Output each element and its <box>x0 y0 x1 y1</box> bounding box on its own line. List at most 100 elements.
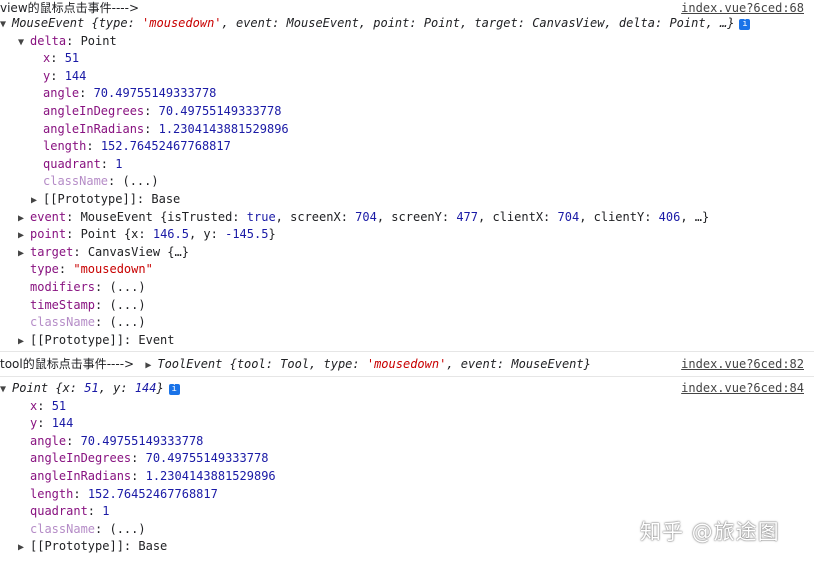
delta-prop-x: x: 51 <box>43 51 80 66</box>
info-icon[interactable]: i <box>739 19 751 30</box>
property-event[interactable]: ▶ event: MouseEvent {isTrusted: true, scr… <box>18 209 814 227</box>
property-value: Event <box>138 332 175 347</box>
property-getter-value[interactable]: (...) <box>109 315 145 329</box>
property-modifiers[interactable]: modifiers: (...) <box>30 279 814 297</box>
expanded-triangle-icon[interactable]: ▼ <box>0 381 12 399</box>
property-key: angleInDegrees <box>30 451 132 466</box>
property-value: 51 <box>64 51 80 66</box>
summary-type: 'mousedown' <box>366 356 447 371</box>
property-type: Point <box>80 227 117 242</box>
property-getter-value[interactable]: (...) <box>109 522 145 536</box>
preview-text: } <box>268 227 276 242</box>
property-key: type <box>30 262 59 277</box>
preview-value: 406 <box>658 209 681 224</box>
summary-text: } <box>156 381 164 395</box>
property-type: type: "mousedown" <box>30 262 153 277</box>
console-message-text: tool的鼠标点击事件----> <box>0 356 135 371</box>
delta-prototype[interactable]: ▶ [[Prototype]]: Base <box>31 191 814 209</box>
property-value: Base <box>138 539 168 554</box>
property-classname[interactable]: className: (...) <box>30 314 814 332</box>
watermark: 知乎 @旅途图 <box>640 520 780 544</box>
property-value: 1.2304143881529896 <box>158 121 289 136</box>
property-key: angleInRadians <box>43 121 145 136</box>
expanded-triangle-icon[interactable]: ▼ <box>18 34 30 52</box>
object-summary-mouseevent[interactable]: ▼ MouseEvent {type: 'mousedown', event: M… <box>0 15 814 33</box>
property-type: Point <box>80 33 117 48</box>
property-key: modifiers <box>30 279 96 294</box>
property-key: className <box>30 315 96 330</box>
console-message-text: view的鼠标点击事件----> <box>0 1 140 15</box>
property-timestamp[interactable]: timeStamp: (...) <box>30 297 814 315</box>
preview-text: {isTrusted: <box>160 209 247 224</box>
source-link[interactable]: index.vue?6ced:84 <box>681 380 804 398</box>
summary-value: 144 <box>134 381 157 395</box>
property-key: className <box>30 521 96 536</box>
expanded-triangle-icon[interactable]: ▼ <box>0 16 12 34</box>
property-key: target <box>30 244 74 259</box>
delta-prop-angle-in-radians: angleInRadians: 1.2304143881529896 <box>43 121 289 136</box>
property-key: y <box>43 68 51 83</box>
property-value: 144 <box>64 68 87 83</box>
preview-value: -145.5 <box>225 227 269 242</box>
collapsed-triangle-icon[interactable]: ▶ <box>18 210 30 228</box>
collapsed-triangle-icon[interactable]: ▶ <box>18 227 30 245</box>
property-key: point <box>30 227 67 242</box>
object-summary-toolevent[interactable]: ▶ ToolEvent {tool: Tool, type: 'mousedown… <box>141 357 591 371</box>
property-value: Base <box>151 191 181 206</box>
property-value: 1.2304143881529896 <box>145 469 276 483</box>
collapsed-triangle-icon[interactable]: ▶ <box>145 357 157 375</box>
property-target[interactable]: ▶ target: CanvasView {…} <box>18 244 814 262</box>
property-getter-value[interactable]: (...) <box>109 280 145 294</box>
summary-text: , y: <box>98 381 135 395</box>
property-key: angle <box>30 433 67 448</box>
property-getter-value[interactable]: (...) <box>109 298 145 312</box>
property-key: event <box>30 209 67 224</box>
property-key: quadrant <box>43 156 101 171</box>
object-summary-point[interactable]: index.vue?6ced:84 ▼ Point {x: 51, y: 144}… <box>0 380 814 398</box>
collapsed-triangle-icon[interactable]: ▶ <box>18 245 30 263</box>
message-divider <box>0 376 814 377</box>
point-prop-y: y: 144 <box>30 416 74 431</box>
property-getter-value[interactable]: (...) <box>122 174 158 188</box>
property-key: [[Prototype]] <box>43 191 137 206</box>
event-prototype[interactable]: ▶ [[Prototype]]: Event <box>18 332 814 350</box>
property-value: 152.76452467768817 <box>87 486 218 501</box>
preview-text: , clientX: <box>478 209 558 224</box>
summary-rest: , event: MouseEvent} <box>446 356 591 371</box>
point-prop-x: x: 51 <box>30 398 67 413</box>
delta-prop-angle: angle: 70.49755149333778 <box>43 86 217 101</box>
collapsed-triangle-icon[interactable]: ▶ <box>18 333 30 351</box>
message-divider <box>0 351 814 352</box>
property-value: 70.49755149333778 <box>145 451 269 466</box>
property-key: length <box>30 486 74 501</box>
preview-value: 704 <box>557 209 580 224</box>
property-key: [[Prototype]] <box>30 539 124 554</box>
info-icon[interactable]: i <box>168 384 180 395</box>
point-prop-angle: angle: 70.49755149333778 <box>30 433 204 448</box>
property-key: angle <box>43 86 80 101</box>
property-key: y <box>30 416 38 431</box>
delta-prop-angle-in-degrees: angleInDegrees: 70.49755149333778 <box>43 103 282 118</box>
preview-value: 146.5 <box>152 227 189 242</box>
property-value: 51 <box>51 398 67 413</box>
property-point[interactable]: ▶ point: Point {x: 146.5, y: -145.5} <box>18 226 814 244</box>
preview-text: , screenY: <box>376 209 457 224</box>
summary-prefix: MouseEvent {type: <box>12 16 143 30</box>
property-type: MouseEvent <box>80 209 153 224</box>
summary-value: 51 <box>84 381 99 395</box>
property-key: delta <box>30 33 67 48</box>
property-value: 70.49755149333778 <box>158 103 282 118</box>
property-key: quadrant <box>30 504 88 519</box>
property-value: 1 <box>115 156 123 171</box>
source-link[interactable]: index.vue?6ced:82 <box>681 356 804 374</box>
summary-rest: , event: MouseEvent, point: Point, targe… <box>221 16 735 30</box>
delta-prop-classname[interactable]: className: (...) <box>43 173 814 191</box>
property-value: "mousedown" <box>73 262 153 277</box>
delta-prop-quadrant: quadrant: 1 <box>43 156 123 171</box>
collapsed-triangle-icon[interactable]: ▶ <box>18 539 30 557</box>
collapsed-triangle-icon[interactable]: ▶ <box>31 192 43 210</box>
property-delta[interactable]: ▼ delta: Point <box>18 33 814 51</box>
summary-prefix: Point {x: <box>12 381 85 395</box>
point-prop-angle-in-radians: angleInRadians: 1.2304143881529896 <box>30 469 276 483</box>
property-value: 152.76452467768817 <box>100 139 231 154</box>
